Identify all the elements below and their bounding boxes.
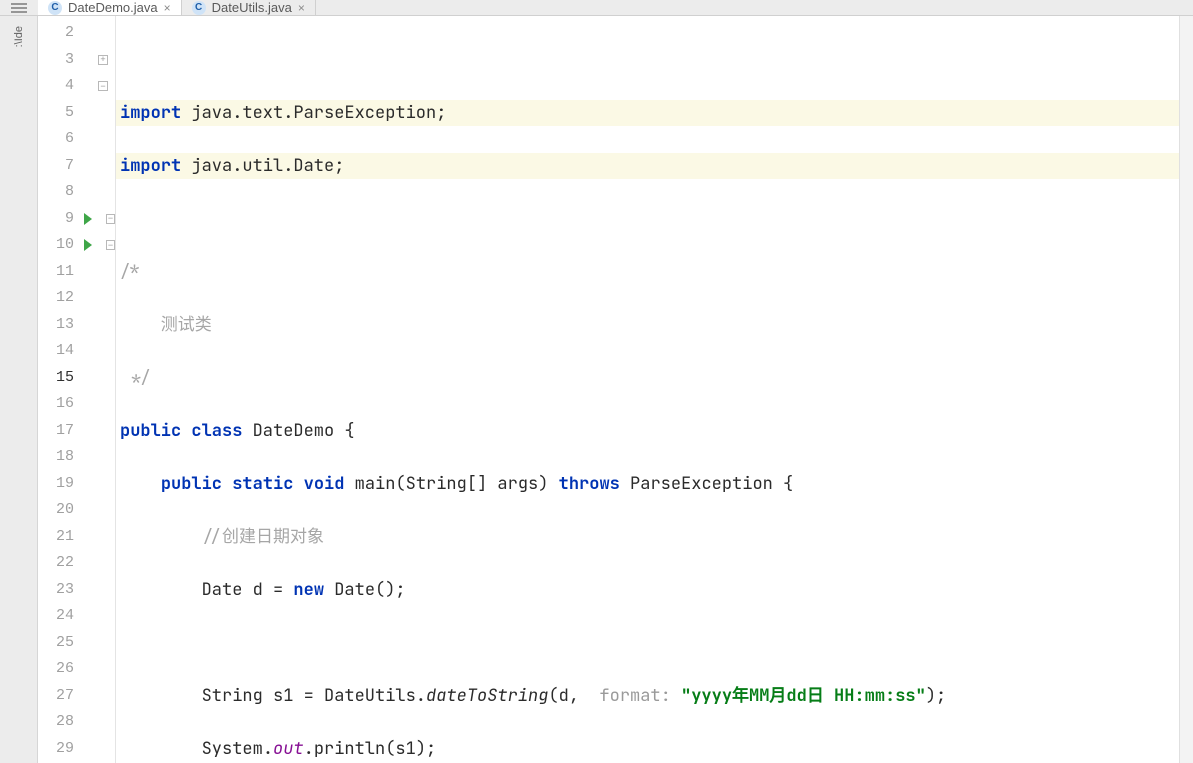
gutter-marker-row [82, 47, 115, 74]
gutter-marker-row [82, 418, 115, 445]
line-number[interactable]: 6 [38, 126, 74, 153]
line-number[interactable]: 27 [38, 683, 74, 710]
gutter-marker-row [82, 153, 115, 180]
gutter-marker-row [82, 603, 115, 630]
toolwindow-strip: :\Ide iml [0, 16, 38, 763]
gutter-marker-row [82, 179, 115, 206]
line-number[interactable]: 25 [38, 630, 74, 657]
gutter-marker-row [82, 471, 115, 498]
line-number[interactable]: 14 [38, 338, 74, 365]
fold-toggle-icon[interactable] [98, 81, 108, 91]
code-line: */ [116, 365, 1179, 392]
gutter-marker-row [82, 73, 115, 100]
line-number[interactable]: 23 [38, 577, 74, 604]
line-number[interactable]: 11 [38, 259, 74, 286]
tab-datedemo[interactable]: C DateDemo.java × [38, 0, 182, 15]
hamburger-icon[interactable] [0, 0, 38, 15]
gutter-marker-row [82, 391, 115, 418]
gutter-marker-row [82, 444, 115, 471]
editor-scrollbar[interactable] [1179, 16, 1193, 763]
tab-dateutils[interactable]: C DateUtils.java × [182, 0, 316, 15]
line-number[interactable]: 3 [38, 47, 74, 74]
line-number[interactable]: 13 [38, 312, 74, 339]
toolwindow-label-ide[interactable]: :\Ide [13, 26, 25, 47]
line-number[interactable]: 15 [38, 365, 74, 392]
code-line [116, 630, 1179, 657]
gutter-marker-row [82, 630, 115, 657]
gutter-marker-row [82, 497, 115, 524]
gutter-marker-row [82, 285, 115, 312]
close-icon[interactable]: × [298, 1, 305, 15]
line-number[interactable]: 28 [38, 709, 74, 736]
gutter-marker-row [82, 550, 115, 577]
line-number[interactable]: 9 [38, 206, 74, 233]
code-line [116, 47, 1179, 74]
gutter-marker-row [82, 312, 115, 339]
gutter-marker-row [82, 232, 115, 259]
gutter-marker-row [82, 338, 115, 365]
gutter-markers[interactable] [82, 16, 116, 763]
code-area[interactable]: import java.text.ParseException; import … [116, 16, 1179, 763]
code-line: 测试类 [116, 312, 1179, 339]
close-icon[interactable]: × [164, 1, 171, 15]
gutter-marker-row [82, 126, 115, 153]
line-number[interactable]: 2 [38, 20, 74, 47]
code-line: public class DateDemo { [116, 418, 1179, 445]
tab-label: DateDemo.java [68, 0, 158, 15]
line-number[interactable]: 10 [38, 232, 74, 259]
code-line: /* [116, 259, 1179, 286]
fold-toggle-icon[interactable] [106, 214, 115, 224]
code-line: //创建日期对象 [116, 524, 1179, 551]
run-gutter-icon[interactable] [84, 213, 92, 225]
code-line: Date d = new Date(); [116, 577, 1179, 604]
line-number[interactable]: 8 [38, 179, 74, 206]
editor-tabs-bar: C DateDemo.java × C DateUtils.java × [0, 0, 1193, 16]
code-line: import java.util.Date; [116, 153, 1179, 180]
code-line: String s1 = DateUtils.dateToString(d, fo… [116, 683, 1179, 710]
ide-root: C DateDemo.java × C DateUtils.java × :\I… [0, 0, 1193, 763]
gutter-marker-row [82, 365, 115, 392]
line-number[interactable]: 12 [38, 285, 74, 312]
gutter-line-numbers[interactable]: 2345678910111213141516171819202122232425… [38, 16, 82, 763]
code-line: System.out.println(s1); [116, 736, 1179, 763]
line-number[interactable]: 18 [38, 444, 74, 471]
line-number[interactable]: 5 [38, 100, 74, 127]
java-class-icon: C [48, 1, 62, 15]
code-line: import java.text.ParseException; [116, 100, 1179, 127]
line-number[interactable]: 22 [38, 550, 74, 577]
gutter-marker-row [82, 100, 115, 127]
gutter-marker-row [82, 206, 115, 233]
run-gutter-icon[interactable] [84, 239, 92, 251]
gutter-marker-row [82, 259, 115, 286]
line-number[interactable]: 19 [38, 471, 74, 498]
line-number[interactable]: 20 [38, 497, 74, 524]
fold-toggle-icon[interactable] [106, 240, 115, 250]
line-number[interactable]: 16 [38, 391, 74, 418]
java-class-icon: C [192, 1, 206, 15]
code-line [116, 206, 1179, 233]
line-number[interactable]: 21 [38, 524, 74, 551]
gutter-marker-row [82, 577, 115, 604]
editor-body: :\Ide iml 234567891011121314151617181920… [0, 16, 1193, 763]
gutter-marker-row [82, 20, 115, 47]
line-number[interactable]: 29 [38, 736, 74, 763]
gutter-marker-row [82, 683, 115, 710]
line-number[interactable]: 17 [38, 418, 74, 445]
line-number[interactable]: 4 [38, 73, 74, 100]
tab-label: DateUtils.java [212, 0, 292, 15]
line-number[interactable]: 7 [38, 153, 74, 180]
gutter-marker-row [82, 736, 115, 763]
code-editor[interactable]: 2345678910111213141516171819202122232425… [38, 16, 1193, 763]
gutter-marker-row [82, 656, 115, 683]
fold-toggle-icon[interactable] [98, 55, 108, 65]
line-number[interactable]: 24 [38, 603, 74, 630]
gutter-marker-row [82, 524, 115, 551]
gutter-marker-row [82, 709, 115, 736]
line-number[interactable]: 26 [38, 656, 74, 683]
code-line: public static void main(String[] args) t… [116, 471, 1179, 498]
